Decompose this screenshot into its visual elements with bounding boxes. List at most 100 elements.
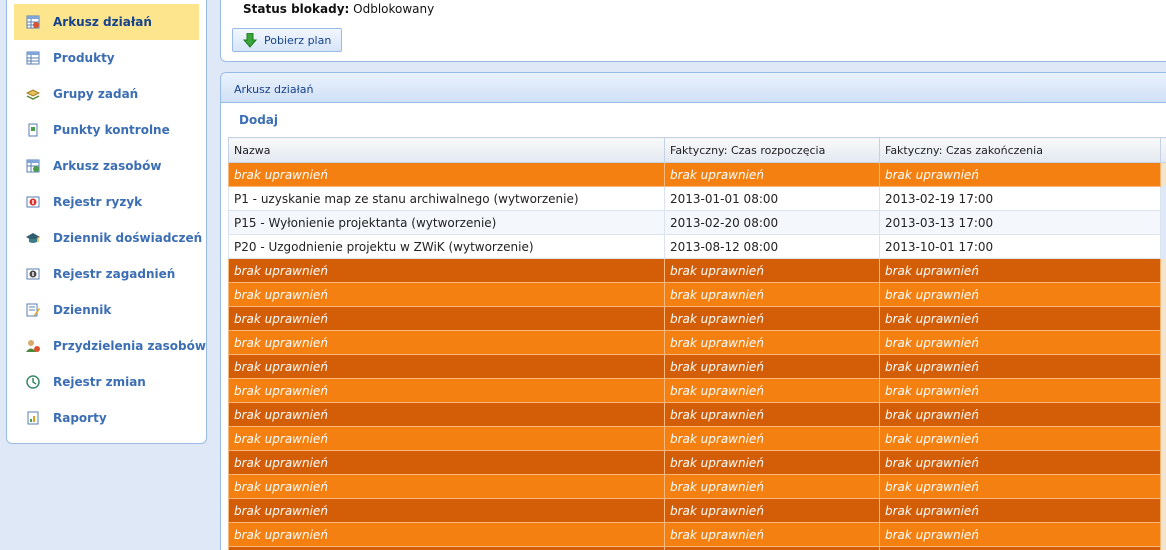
table-row[interactable]: P15 - Wyłonienie projektanta (wytworzeni… bbox=[228, 210, 1166, 235]
table-row[interactable]: brak uprawnieńbrak uprawnieńbrak uprawni… bbox=[228, 522, 1166, 547]
sidebar-item-label: Rejestr zmian bbox=[53, 375, 146, 389]
cell-actual-start: brak uprawnień bbox=[664, 162, 880, 187]
cell-spacer bbox=[1160, 186, 1166, 211]
cell-actual-end: brak uprawnień bbox=[879, 522, 1161, 547]
cell-actual-start: brak uprawnień bbox=[664, 546, 880, 550]
activities-grid: Nazwa Faktyczny: Czas rozpoczęcia Faktyc… bbox=[228, 137, 1166, 550]
cell-actual-start: 2013-08-12 08:00 bbox=[664, 234, 880, 259]
sidebar-nav: Arkusz działań Produkty Grupy zadań Punk… bbox=[7, 0, 206, 436]
cell-spacer bbox=[1160, 330, 1166, 355]
sidebar-item-arkusz-dzialan[interactable]: Arkusz działań bbox=[14, 4, 199, 40]
sidebar-item-dziennik[interactable]: Dziennik bbox=[14, 292, 199, 328]
panel-header: Arkusz działań bbox=[221, 73, 1166, 103]
cell-actual-end: brak uprawnień bbox=[879, 402, 1161, 427]
cell-name: brak uprawnień bbox=[228, 162, 665, 187]
journal-edit-icon bbox=[26, 303, 40, 317]
cell-spacer bbox=[1160, 474, 1166, 499]
sidebar: Arkusz działań Produkty Grupy zadań Punk… bbox=[6, 0, 207, 444]
column-header-spacer bbox=[1160, 137, 1166, 163]
sidebar-item-label: Arkusz działań bbox=[53, 15, 152, 29]
sidebar-item-rejestr-zmian[interactable]: Rejestr zmian bbox=[14, 364, 199, 400]
sidebar-item-label: Punkty kontrolne bbox=[53, 123, 170, 137]
table-row[interactable]: brak uprawnieńbrak uprawnieńbrak uprawni… bbox=[228, 474, 1166, 499]
cell-actual-start: 2013-02-20 08:00 bbox=[664, 210, 880, 235]
cell-actual-start: brak uprawnień bbox=[664, 498, 880, 523]
worksheet-icon bbox=[26, 15, 40, 29]
table-row[interactable]: brak uprawnieńbrak uprawnieńbrak uprawni… bbox=[228, 162, 1166, 187]
sidebar-item-raporty[interactable]: Raporty bbox=[14, 400, 199, 436]
cell-spacer bbox=[1160, 354, 1166, 379]
table-row[interactable]: brak uprawnieńbrak uprawnieńbrak uprawni… bbox=[228, 330, 1166, 355]
cell-actual-end: 2013-10-01 17:00 bbox=[879, 234, 1161, 259]
lock-status-panel: Status blokady: Odblokowany Pobierz plan bbox=[220, 0, 1166, 62]
table-row[interactable]: brak uprawnieńbrak uprawnieńbrak uprawni… bbox=[228, 282, 1166, 307]
graduation-cap-icon bbox=[26, 233, 40, 243]
cell-actual-start: brak uprawnień bbox=[664, 306, 880, 331]
table-row[interactable]: brak uprawnieńbrak uprawnieńbrak uprawni… bbox=[228, 402, 1166, 427]
cell-spacer bbox=[1160, 546, 1166, 550]
cell-actual-start: brak uprawnień bbox=[664, 378, 880, 403]
cell-name: P20 - Uzgodnienie projektu w ZWiK (wytwo… bbox=[228, 234, 665, 259]
table-row[interactable]: brak uprawnieńbrak uprawnieńbrak uprawni… bbox=[228, 258, 1166, 283]
cell-name: brak uprawnień bbox=[228, 354, 665, 379]
table-row[interactable]: brak uprawnieńbrak uprawnieńbrak uprawni… bbox=[228, 378, 1166, 403]
cell-name: brak uprawnień bbox=[228, 402, 665, 427]
cell-actual-start: brak uprawnień bbox=[664, 474, 880, 499]
sidebar-item-rejestr-ryzyk[interactable]: Rejestr ryzyk bbox=[14, 184, 199, 220]
download-plan-button[interactable]: Pobierz plan bbox=[232, 28, 342, 52]
cell-name: brak uprawnień bbox=[228, 450, 665, 475]
table-row[interactable]: brak uprawnieńbrak uprawnieńbrak uprawni… bbox=[228, 426, 1166, 451]
table-row[interactable]: P20 - Uzgodnienie projektu w ZWiK (wytwo… bbox=[228, 234, 1166, 259]
table-row[interactable]: brak uprawnieńbrak uprawnieńbrak uprawni… bbox=[228, 306, 1166, 331]
cell-spacer bbox=[1160, 162, 1166, 187]
sidebar-item-dziennik-doswiadczen[interactable]: Dziennik doświadczeń bbox=[14, 220, 202, 256]
user-assignment-icon bbox=[26, 340, 40, 352]
cell-name: P1 - uzyskanie map ze stanu archiwalnego… bbox=[228, 186, 665, 211]
column-header-name[interactable]: Nazwa bbox=[228, 137, 665, 163]
cell-spacer bbox=[1160, 402, 1166, 427]
table-row[interactable]: P1 - uzyskanie map ze stanu archiwalnego… bbox=[228, 186, 1166, 211]
cell-spacer bbox=[1160, 378, 1166, 403]
cell-spacer bbox=[1160, 522, 1166, 547]
cell-name: brak uprawnień bbox=[228, 546, 665, 550]
cell-spacer bbox=[1160, 426, 1166, 451]
cell-actual-start: brak uprawnień bbox=[664, 450, 880, 475]
cell-spacer bbox=[1160, 306, 1166, 331]
cell-actual-end: brak uprawnień bbox=[879, 426, 1161, 451]
cell-name: brak uprawnień bbox=[228, 306, 665, 331]
cell-actual-start: brak uprawnień bbox=[664, 330, 880, 355]
download-arrow-icon bbox=[243, 33, 257, 48]
sidebar-item-grupy-zadan[interactable]: Grupy zadań bbox=[14, 76, 199, 112]
sidebar-item-label: Rejestr zagadnień bbox=[53, 267, 176, 281]
sidebar-item-label: Arkusz zasobów bbox=[53, 159, 162, 173]
sidebar-item-label: Dziennik bbox=[53, 303, 112, 317]
cell-actual-end: brak uprawnień bbox=[879, 378, 1161, 403]
risk-register-icon bbox=[26, 196, 40, 208]
table-row[interactable]: brak uprawnieńbrak uprawnieńbrak uprawni… bbox=[228, 546, 1166, 550]
column-header-actual-end[interactable]: Faktyczny: Czas zakończenia bbox=[879, 137, 1161, 163]
table-row[interactable]: brak uprawnieńbrak uprawnieńbrak uprawni… bbox=[228, 450, 1166, 475]
task-groups-icon bbox=[26, 89, 40, 100]
cell-name: brak uprawnień bbox=[228, 282, 665, 307]
cell-actual-end: brak uprawnień bbox=[879, 498, 1161, 523]
sidebar-item-produkty[interactable]: Produkty bbox=[14, 40, 199, 76]
sidebar-item-przydzielenia-zasobow[interactable]: Przydzielenia zasobów bbox=[14, 328, 206, 364]
cell-name: brak uprawnień bbox=[228, 522, 665, 547]
cell-actual-end: brak uprawnień bbox=[879, 546, 1161, 550]
lock-status-value: Odblokowany bbox=[353, 2, 435, 16]
sidebar-item-label: Rejestr ryzyk bbox=[53, 195, 143, 209]
sidebar-item-rejestr-zagadnien[interactable]: Rejestr zagadnień bbox=[14, 256, 199, 292]
column-header-actual-start[interactable]: Faktyczny: Czas rozpoczęcia bbox=[664, 137, 880, 163]
cell-actual-end: brak uprawnień bbox=[879, 282, 1161, 307]
panel-title: Arkusz działań bbox=[234, 83, 314, 96]
table-row[interactable]: brak uprawnieńbrak uprawnieńbrak uprawni… bbox=[228, 498, 1166, 523]
cell-name: brak uprawnień bbox=[228, 498, 665, 523]
table-row[interactable]: brak uprawnieńbrak uprawnieńbrak uprawni… bbox=[228, 354, 1166, 379]
add-link[interactable]: Dodaj bbox=[239, 113, 278, 127]
cell-spacer bbox=[1160, 282, 1166, 307]
sidebar-item-arkusz-zasobow[interactable]: Arkusz zasobów bbox=[14, 148, 199, 184]
sidebar-item-label: Produkty bbox=[53, 51, 115, 65]
sidebar-item-punkty-kontrolne[interactable]: Punkty kontrolne bbox=[14, 112, 199, 148]
change-register-icon bbox=[26, 375, 40, 389]
cell-actual-end: brak uprawnień bbox=[879, 162, 1161, 187]
